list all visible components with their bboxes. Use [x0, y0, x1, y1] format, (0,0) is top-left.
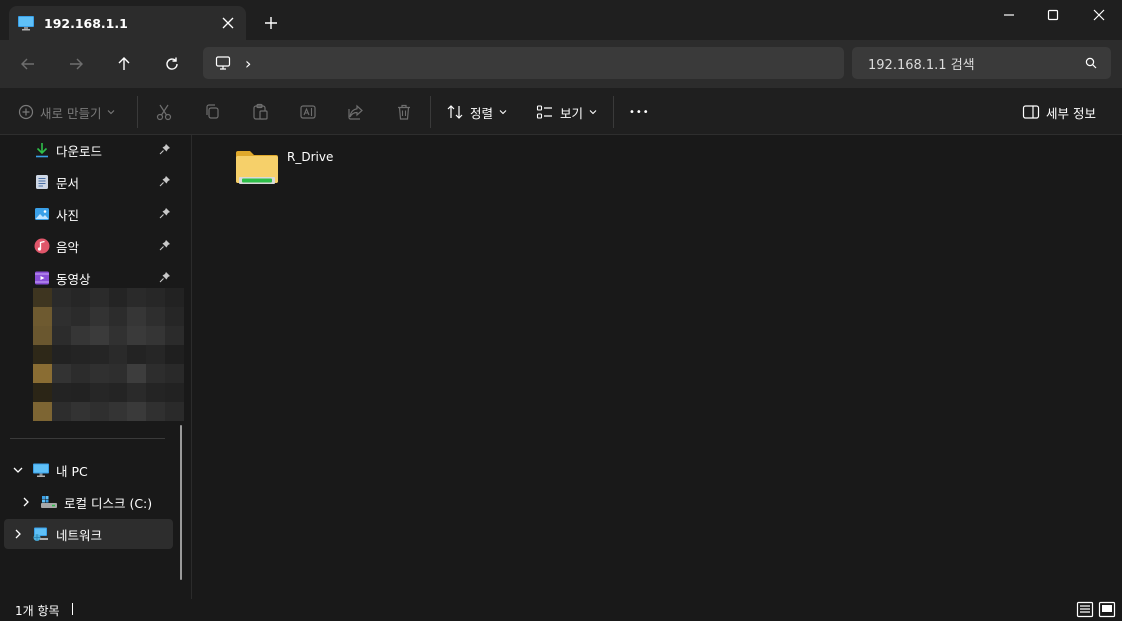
new-tab-icon[interactable]: [262, 14, 280, 32]
sidebar-scrollbar[interactable]: [180, 425, 182, 580]
paste-icon[interactable]: [251, 100, 269, 124]
command-bar: 새로 만들기 정렬 보기 ••• 세부 정보: [0, 88, 1122, 135]
breadcrumb-separator[interactable]: ›: [245, 54, 251, 73]
chevron-right-icon[interactable]: [20, 496, 32, 508]
cut-icon[interactable]: [155, 100, 173, 124]
copy-icon[interactable]: [203, 100, 221, 124]
search-icon[interactable]: [1085, 57, 1097, 69]
delete-icon[interactable]: [395, 100, 413, 124]
tree-item-label: 내 PC: [56, 463, 88, 479]
details-pane-label: 세부 정보: [1046, 105, 1096, 121]
sidebar-item-label: 사진: [56, 207, 80, 223]
computer-icon: [215, 55, 231, 71]
new-button[interactable]: 새로 만들기: [18, 100, 115, 124]
chevron-down-icon: [499, 108, 507, 116]
sidebar-item-videos[interactable]: 동영상: [34, 266, 174, 290]
view-button[interactable]: 보기: [536, 100, 597, 124]
details-pane-button[interactable]: 세부 정보: [1022, 100, 1096, 124]
chevron-down-icon: [589, 108, 597, 116]
sort-arrows-icon: [446, 104, 464, 120]
sidebar-item-music[interactable]: 음악: [34, 234, 174, 258]
back-arrow-icon[interactable]: [16, 52, 40, 76]
sidebar-item-label: 동영상: [56, 271, 91, 287]
large-icons-view-icon[interactable]: [1098, 601, 1116, 618]
sidebar-item-label: 음악: [56, 239, 80, 255]
sort-button-label: 정렬: [470, 105, 494, 121]
tree-item-label: 로컬 디스크 (C:): [64, 495, 153, 511]
status-separator: [72, 603, 73, 615]
address-bar[interactable]: ›: [203, 47, 844, 79]
sort-button[interactable]: 정렬: [446, 100, 507, 124]
forward-arrow-icon[interactable]: [64, 52, 88, 76]
search-box[interactable]: 192.168.1.1 검색: [852, 47, 1111, 79]
documents-icon: [34, 174, 50, 190]
tree-item-label: 네트워크: [56, 527, 103, 543]
tree-item-network[interactable]: 네트워크: [4, 519, 173, 549]
maximize-icon[interactable]: [1030, 0, 1076, 30]
pin-icon[interactable]: [159, 143, 171, 155]
navigation-bar: › 192.168.1.1 검색: [0, 40, 1122, 88]
sidebar-item-pictures[interactable]: 사진: [34, 202, 174, 226]
sidebar-item-label: 문서: [56, 175, 80, 191]
tree-item-this-pc[interactable]: 내 PC: [12, 455, 88, 485]
search-input[interactable]: 192.168.1.1 검색: [868, 54, 975, 73]
chevron-down-icon[interactable]: [12, 464, 24, 476]
sidebar-divider: [10, 438, 165, 439]
view-button-label: 보기: [560, 105, 584, 121]
refresh-icon[interactable]: [160, 52, 184, 76]
new-button-label: 새로 만들기: [40, 105, 102, 121]
chevron-right-icon[interactable]: [12, 528, 24, 540]
close-window-icon[interactable]: [1076, 0, 1122, 30]
network-drive-folder-icon: [235, 147, 279, 187]
navigation-pane: 다운로드 문서 사진 음악 동영상 내 PC 로컬 디스크 (C:) 네트워크: [0, 135, 192, 599]
hard-drive-icon: [40, 494, 58, 510]
more-options-label: •••: [629, 106, 650, 118]
monitor-icon: [17, 14, 35, 32]
videos-icon: [34, 270, 50, 286]
sidebar-item-documents[interactable]: 문서: [34, 170, 174, 194]
music-icon: [34, 238, 50, 254]
toolbar-divider: [613, 96, 614, 128]
minimize-icon[interactable]: [986, 0, 1032, 30]
details-view-icon[interactable]: [1076, 601, 1094, 618]
file-list-area[interactable]: R_Drive: [193, 135, 1122, 599]
share-icon[interactable]: [347, 100, 365, 124]
download-icon: [34, 142, 50, 158]
tree-item-local-disk[interactable]: 로컬 디스크 (C:): [20, 487, 152, 517]
chevron-down-icon: [107, 108, 115, 116]
item-name: R_Drive: [287, 150, 334, 164]
tab-title: 192.168.1.1: [44, 15, 128, 31]
list-item[interactable]: R_Drive: [235, 147, 335, 193]
toolbar-divider: [430, 96, 431, 128]
obscured-sidebar-items: [33, 288, 184, 421]
pin-icon[interactable]: [159, 271, 171, 283]
sidebar-item-downloads[interactable]: 다운로드: [34, 138, 174, 162]
status-bar: 1개 항목: [0, 599, 1122, 621]
view-layout-icon: [536, 104, 554, 120]
pin-icon[interactable]: [159, 239, 171, 251]
more-options-button[interactable]: •••: [629, 100, 650, 124]
details-pane-icon: [1022, 104, 1040, 120]
tab-active[interactable]: 192.168.1.1: [9, 6, 246, 40]
close-tab-icon[interactable]: [220, 15, 236, 31]
rename-icon[interactable]: [299, 100, 317, 124]
item-count: 1개 항목: [15, 604, 60, 618]
up-arrow-icon[interactable]: [112, 52, 136, 76]
toolbar-divider: [137, 96, 138, 128]
network-icon: [32, 526, 50, 542]
sidebar-item-label: 다운로드: [56, 143, 103, 159]
computer-icon: [32, 462, 50, 478]
pin-icon[interactable]: [159, 175, 171, 187]
pictures-icon: [34, 206, 50, 222]
plus-circle-icon: [18, 104, 34, 120]
pin-icon[interactable]: [159, 207, 171, 219]
title-bar: 192.168.1.1: [0, 0, 1122, 40]
